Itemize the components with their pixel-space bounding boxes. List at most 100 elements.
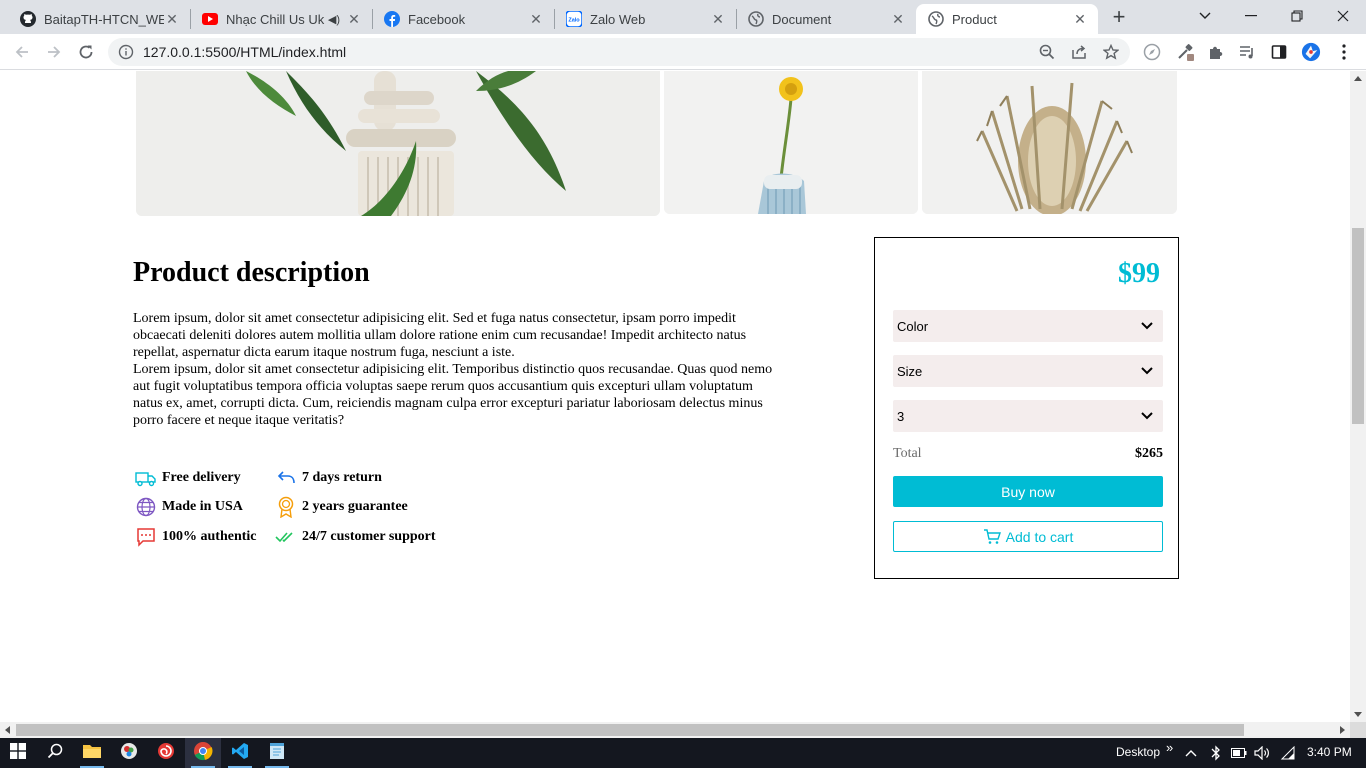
file-explorer-button[interactable] [74, 738, 110, 768]
battery-icon[interactable] [1231, 745, 1247, 761]
profile-avatar-icon[interactable] [1301, 42, 1321, 62]
scroll-down-arrow-icon[interactable] [1354, 712, 1362, 717]
quantity-select-value: 3 [897, 408, 905, 424]
tab-document[interactable]: Document ✕ [736, 4, 916, 34]
feature-label: Made in USA [162, 499, 243, 514]
spiral-app-icon [157, 742, 175, 765]
size-select[interactable]: Size [893, 355, 1163, 387]
close-icon[interactable]: ✕ [710, 11, 726, 27]
windows-taskbar: Desktop » 3:40 PM [0, 738, 1366, 768]
product-image-main[interactable] [136, 71, 660, 216]
tab-zalo[interactable]: Zalo Zalo Web ✕ [554, 4, 736, 34]
feature-label: Free delivery [162, 470, 241, 485]
facebook-icon [384, 11, 400, 27]
tab-facebook[interactable]: Facebook ✕ [372, 4, 554, 34]
notepad-taskbar-button[interactable] [259, 738, 295, 768]
feature-return: 7 days return [275, 467, 382, 489]
total-row: Total $265 [893, 446, 1163, 462]
quantity-select[interactable]: 3 [893, 400, 1163, 432]
forward-button[interactable] [40, 38, 68, 66]
search-button[interactable] [37, 738, 73, 768]
kebab-menu-icon[interactable] [1334, 42, 1354, 62]
wifi-icon[interactable] [1280, 745, 1296, 761]
tab-title: Zalo Web [590, 11, 646, 27]
color-select[interactable]: Color [893, 310, 1163, 342]
side-panel-icon[interactable] [1269, 42, 1289, 62]
windows-logo-icon [10, 742, 26, 764]
close-icon[interactable]: ✕ [890, 11, 906, 27]
chat-icon [135, 526, 157, 548]
scrollbar-thumb[interactable] [1352, 228, 1364, 424]
feature-label: 24/7 customer support [302, 529, 436, 544]
share-icon[interactable] [1070, 43, 1088, 61]
browser-tab-strip: BaitapTH-HTCN_WEB/ ✕ Nhạc Chill Us Uk - … [0, 0, 1366, 34]
vertical-scrollbar[interactable] [1350, 71, 1366, 722]
bookmark-star-icon[interactable] [1102, 43, 1120, 61]
add-to-cart-button[interactable]: Add to cart [893, 521, 1163, 552]
close-icon[interactable]: ✕ [346, 11, 362, 27]
github-icon [20, 11, 36, 27]
chevron-up-icon[interactable] [1183, 745, 1199, 761]
truck-icon [135, 467, 157, 489]
chrome-taskbar-button[interactable] [185, 738, 221, 768]
compass-icon[interactable] [1142, 42, 1162, 62]
product-description-title: Product description [133, 257, 370, 288]
bluetooth-icon[interactable] [1208, 745, 1224, 761]
tab-title: Facebook [408, 11, 466, 27]
product-description-text: Lorem ipsum, dolor sit amet consectetur … [133, 310, 773, 429]
tab-title: Product [952, 11, 997, 27]
start-button[interactable] [0, 738, 36, 768]
toolbar-chevrons[interactable]: » [1166, 740, 1173, 755]
feature-free-delivery: Free delivery [135, 467, 241, 489]
feature-made-in-usa: Made in USA [135, 496, 243, 518]
feature-authentic: 100% authentic [135, 526, 257, 548]
info-icon[interactable] [118, 44, 134, 60]
tab-github[interactable]: BaitapTH-HTCN_WEB/ ✕ [8, 4, 190, 34]
minimize-button[interactable] [1228, 0, 1274, 32]
tab-title: Document [772, 11, 832, 27]
close-icon[interactable]: ✕ [164, 11, 180, 27]
buy-now-button[interactable]: Buy now [893, 476, 1163, 507]
app-button[interactable] [111, 738, 147, 768]
scrollbar-thumb[interactable] [16, 724, 1244, 736]
zoom-icon[interactable] [1038, 43, 1056, 61]
back-button[interactable] [8, 38, 36, 66]
scroll-up-arrow-icon[interactable] [1354, 76, 1362, 81]
restore-button[interactable] [1274, 0, 1320, 32]
vscode-taskbar-button[interactable] [222, 738, 258, 768]
speaker-icon[interactable]: ◀) [328, 13, 340, 26]
eyedropper-extension-icon[interactable] [1176, 42, 1196, 62]
scroll-left-arrow-icon[interactable] [5, 726, 10, 734]
extensions-puzzle-icon[interactable] [1206, 42, 1226, 62]
tab-search-button[interactable] [1182, 0, 1228, 32]
chevron-down-icon [1137, 361, 1157, 381]
globe-icon [928, 11, 944, 27]
zalo-icon: Zalo [566, 11, 582, 27]
chrome-icon [193, 741, 213, 766]
reload-button[interactable] [72, 38, 100, 66]
desktop-toolbar-label[interactable]: Desktop [1116, 745, 1160, 759]
address-bar[interactable]: 127.0.0.1:5500/HTML/index.html [108, 38, 1130, 66]
app-button[interactable] [148, 738, 184, 768]
feature-label: 7 days return [302, 470, 382, 485]
svg-text:Zalo: Zalo [568, 18, 580, 24]
tab-youtube[interactable]: Nhạc Chill Us Uk - ◀) ✕ [190, 4, 372, 34]
close-icon[interactable]: ✕ [528, 11, 544, 27]
product-image-dried-plant[interactable] [922, 71, 1177, 214]
close-window-button[interactable] [1320, 0, 1366, 32]
search-icon [47, 743, 63, 764]
product-image-flower[interactable] [664, 71, 918, 214]
horizontal-scrollbar[interactable] [0, 722, 1350, 738]
globe-icon [748, 11, 764, 27]
tab-product[interactable]: Product ✕ [916, 4, 1098, 34]
page-viewport: Product description Lorem ipsum, dolor s… [0, 71, 1350, 722]
new-tab-button[interactable]: + [1106, 4, 1132, 29]
notepad-icon [269, 742, 285, 765]
description-paragraph: Lorem ipsum, dolor sit amet consectetur … [133, 311, 747, 360]
scroll-right-arrow-icon[interactable] [1340, 726, 1345, 734]
media-queue-icon[interactable] [1237, 42, 1257, 62]
clock-time[interactable]: 3:40 PM [1307, 745, 1352, 759]
close-icon[interactable]: ✕ [1072, 11, 1088, 27]
volume-icon[interactable] [1254, 745, 1270, 761]
feature-label: 100% authentic [162, 529, 257, 544]
